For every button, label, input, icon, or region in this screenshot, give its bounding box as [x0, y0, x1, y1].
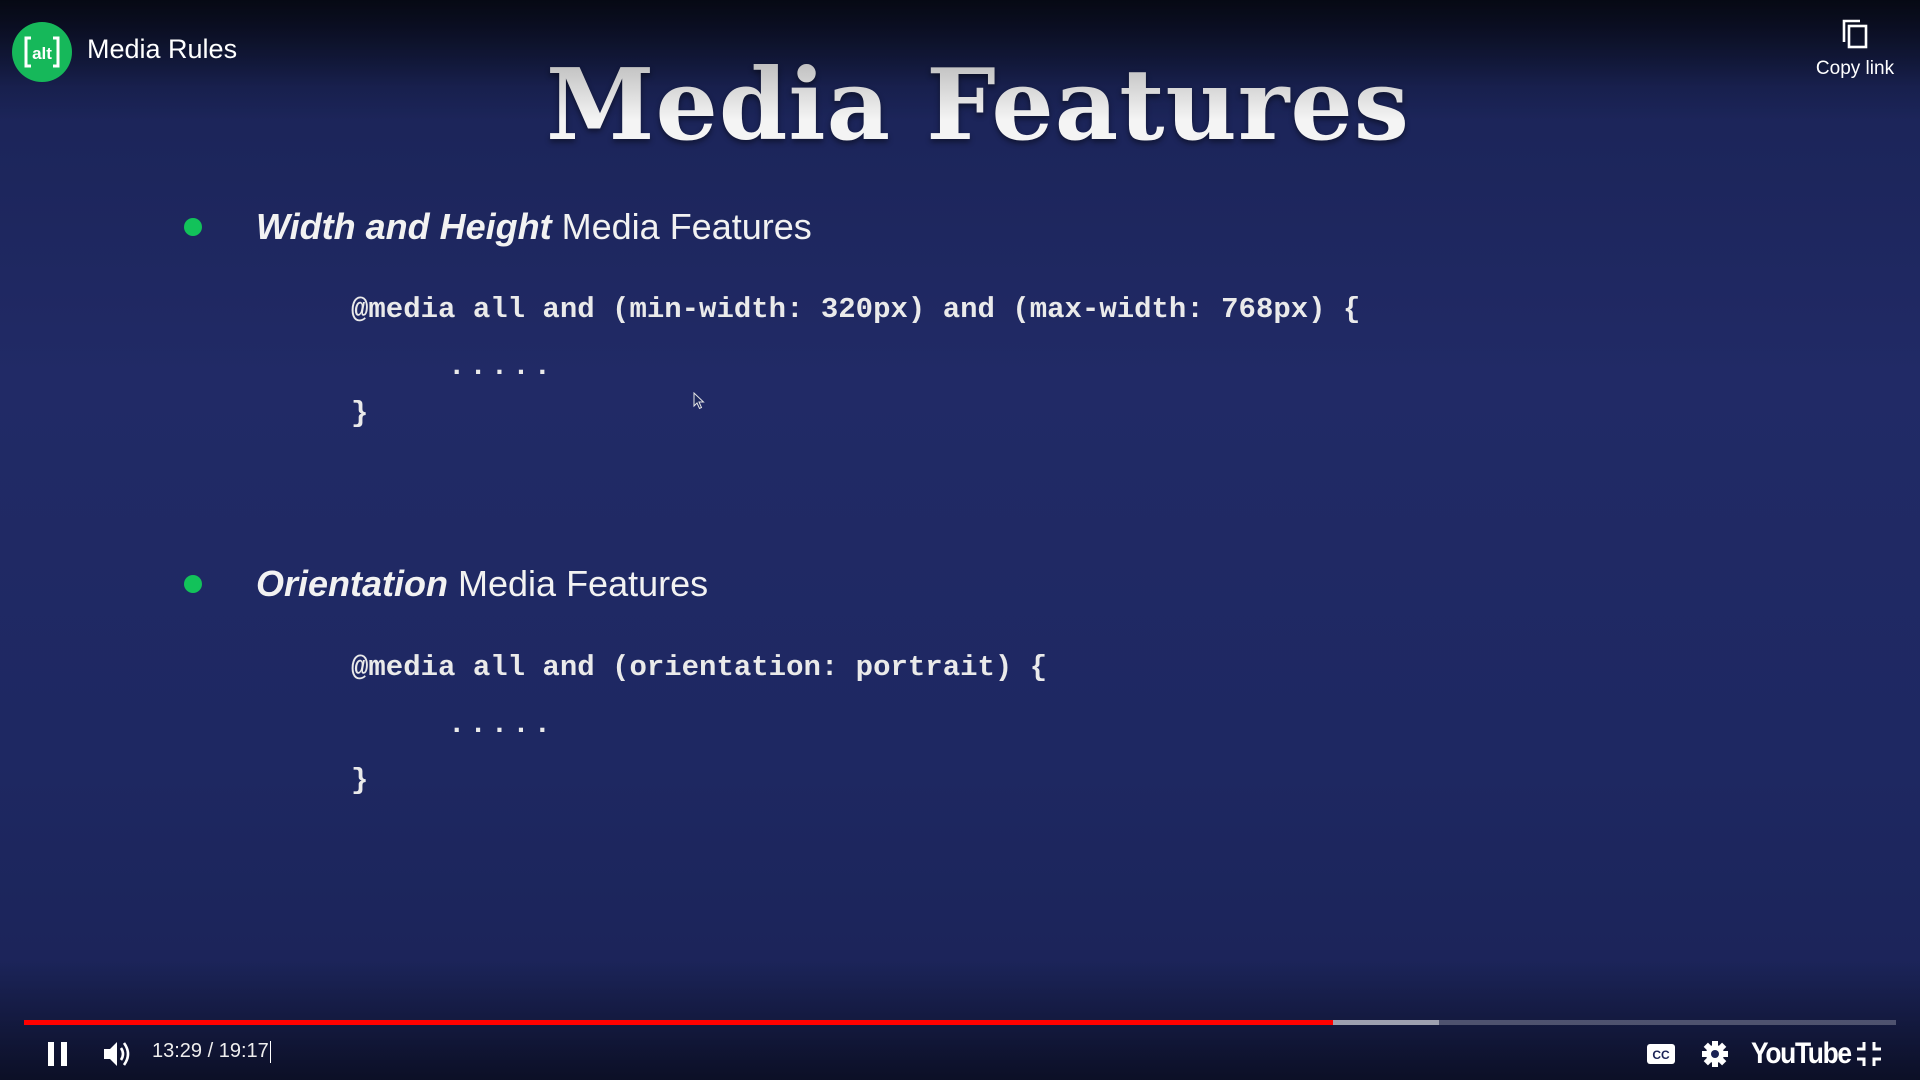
exit-fullscreen-button[interactable]	[1852, 1034, 1886, 1074]
bullet-width-height: Width and Height Media Features	[184, 206, 812, 248]
subtitles-button[interactable]: CC	[1644, 1034, 1678, 1074]
progress-bar[interactable]	[24, 1020, 1896, 1025]
pause-button[interactable]	[40, 1034, 76, 1074]
mouse-pointer-icon	[693, 392, 705, 410]
top-gradient	[0, 0, 1920, 120]
volume-icon	[104, 1042, 130, 1066]
bullet-heading: Width and Height Media Features	[256, 206, 812, 248]
bullet-rest: Media Features	[551, 206, 812, 247]
code-closing-brace: }	[351, 397, 369, 430]
code-ellipsis: .....	[448, 708, 556, 741]
video-player[interactable]: Media Features Width and Height Media Fe…	[0, 0, 1920, 1080]
code-closing-brace: }	[351, 764, 369, 797]
settings-gear-icon	[1702, 1041, 1728, 1067]
bullet-orientation: Orientation Media Features	[184, 563, 708, 605]
bullet-emphasis: Width and Height	[256, 206, 552, 247]
copy-link-button[interactable]: Copy link	[1812, 18, 1898, 80]
pause-icon	[48, 1042, 67, 1066]
video-title[interactable]: Media Rules	[87, 34, 237, 65]
text-caret	[269, 1040, 271, 1063]
bullet-heading: Orientation Media Features	[256, 563, 708, 605]
channel-avatar[interactable]: alt	[12, 22, 72, 82]
channel-logo-text: alt	[32, 44, 52, 63]
code-line: @media all and (min-width: 320px) and (m…	[351, 293, 1361, 326]
bullet-dot	[184, 575, 202, 593]
mute-button[interactable]	[98, 1034, 138, 1074]
bullet-rest: Media Features	[448, 563, 709, 604]
channel-logo-icon: alt	[24, 36, 60, 68]
settings-button[interactable]	[1698, 1034, 1732, 1074]
copy-icon	[1842, 19, 1868, 49]
youtube-logo[interactable]: YouTube	[1751, 1034, 1852, 1074]
svg-text:CC: CC	[1652, 1048, 1670, 1062]
exit-fullscreen-icon	[1857, 1042, 1881, 1066]
copy-link-label: Copy link	[1815, 58, 1895, 79]
code-ellipsis: .....	[448, 350, 556, 383]
code-line: @media all and (orientation: portrait) {	[351, 651, 1048, 684]
time-text: 13:29 / 19:17	[152, 1040, 269, 1062]
progress-played	[24, 1020, 1333, 1025]
bullet-dot	[184, 218, 202, 236]
time-display: 13:29 / 19:17	[152, 1040, 271, 1063]
closed-captions-icon: CC	[1647, 1044, 1675, 1064]
bullet-emphasis: Orientation	[256, 563, 449, 604]
